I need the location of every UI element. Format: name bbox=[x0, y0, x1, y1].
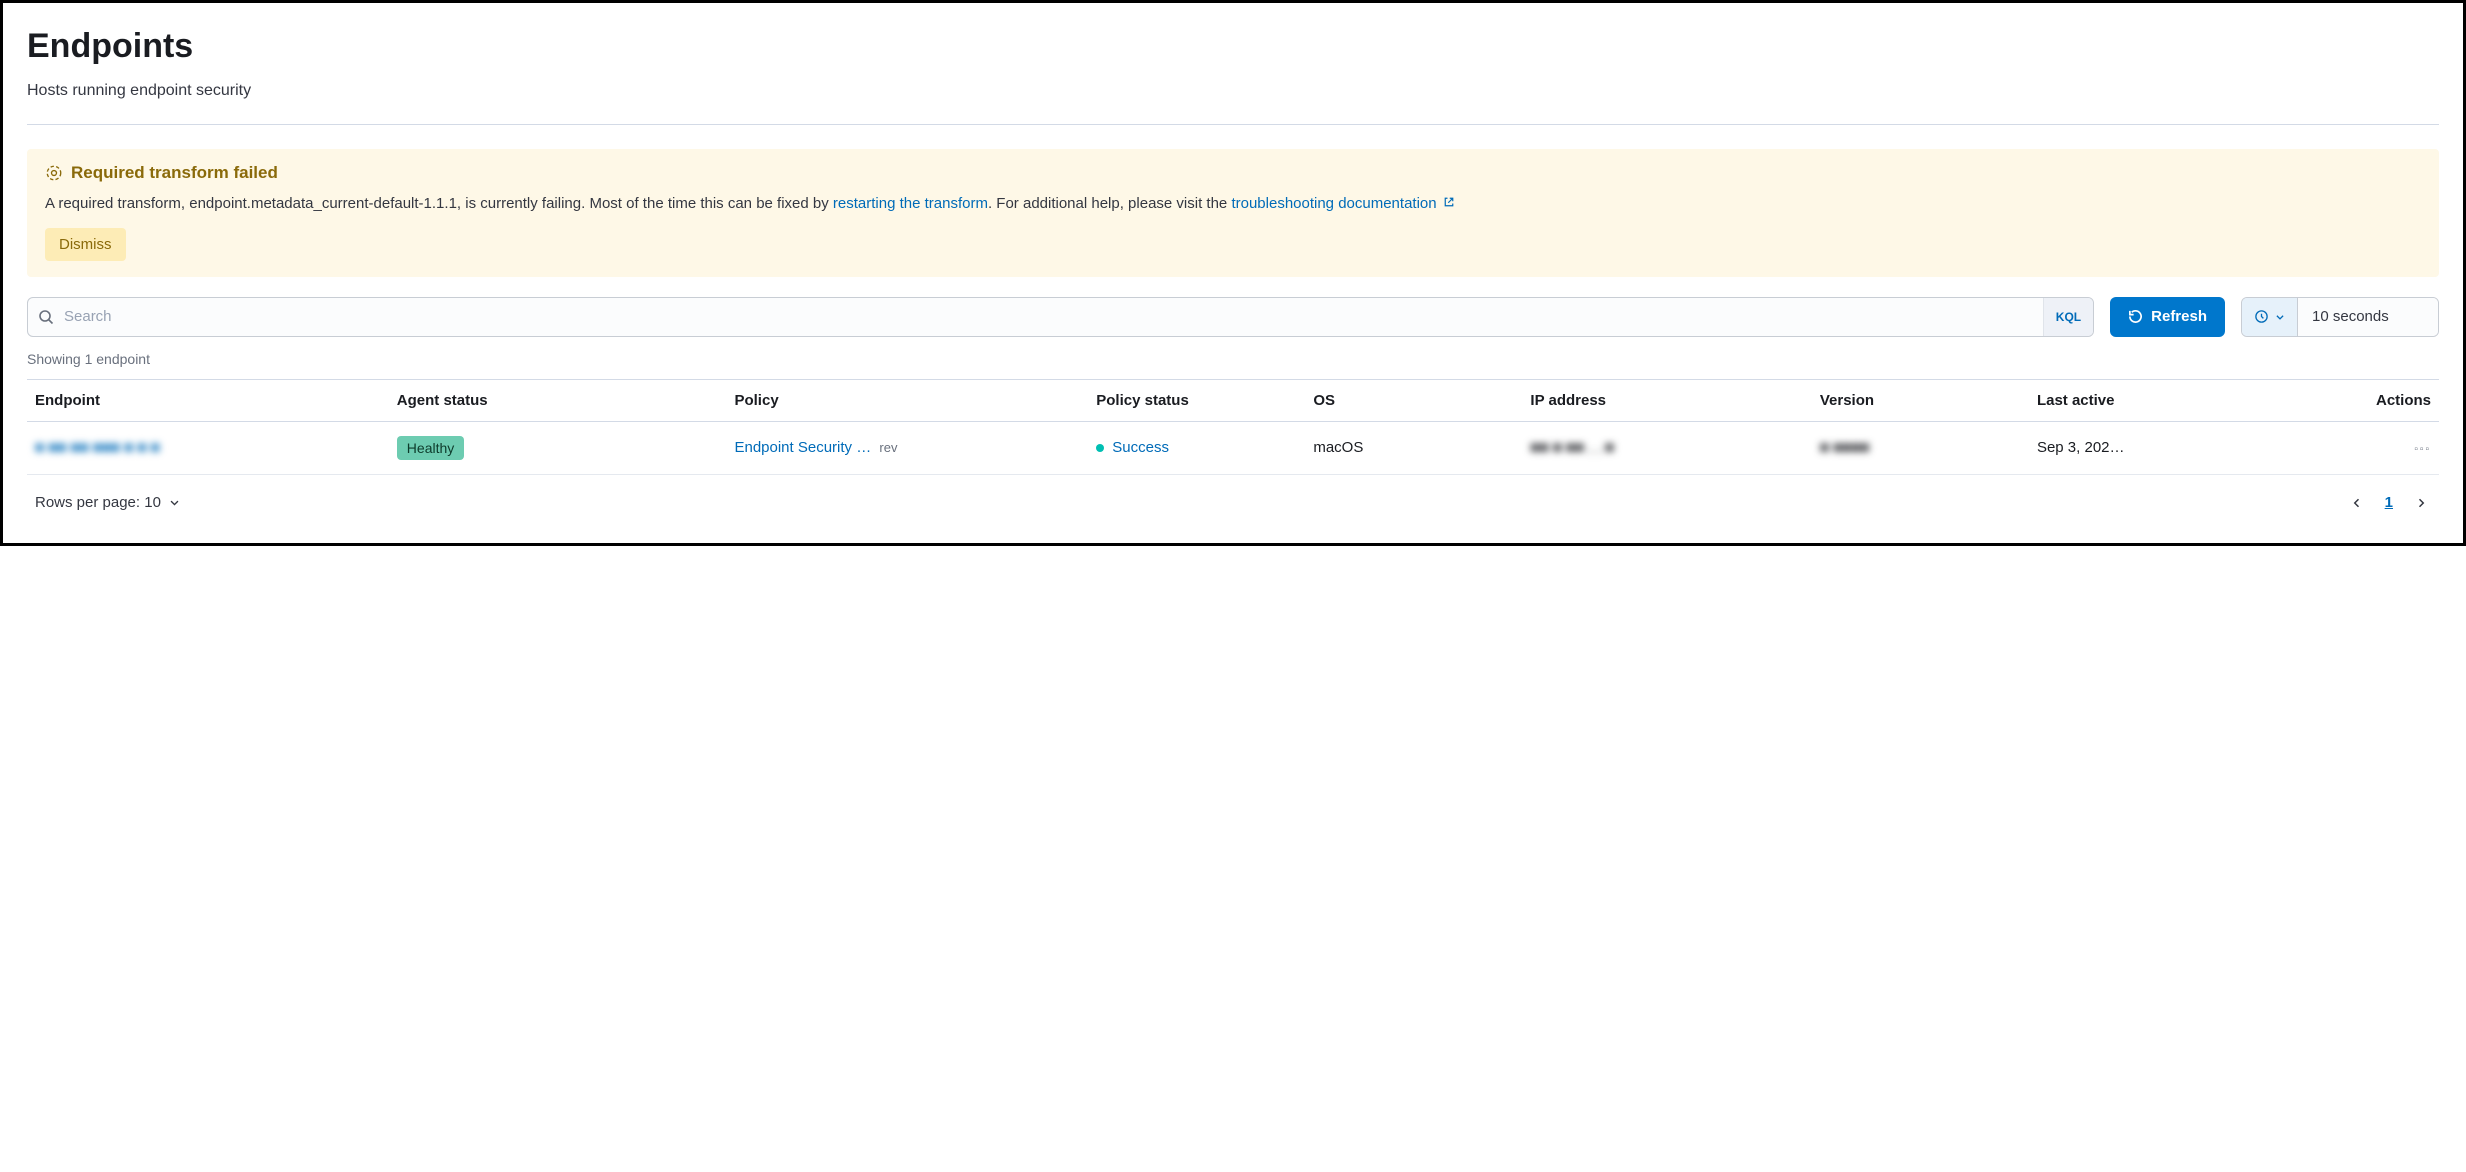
search-icon bbox=[28, 309, 64, 325]
policy-status-link[interactable]: Success bbox=[1112, 439, 1169, 456]
agent-status-badge: Healthy bbox=[397, 436, 464, 460]
divider bbox=[27, 124, 2439, 125]
col-actions: Actions bbox=[2270, 379, 2439, 421]
interval-label: 10 seconds bbox=[2298, 298, 2438, 336]
callout-title: Required transform failed bbox=[71, 163, 278, 183]
clock-icon bbox=[2254, 309, 2269, 324]
kql-toggle[interactable]: KQL bbox=[2043, 298, 2093, 336]
alert-icon bbox=[45, 164, 63, 182]
interval-picker-button[interactable] bbox=[2242, 298, 2298, 336]
table-header-row: Endpoint Agent status Policy Policy stat… bbox=[27, 379, 2439, 421]
rows-per-page-label: Rows per page: 10 bbox=[35, 494, 161, 511]
last-active-value: Sep 3, 202… bbox=[2037, 439, 2125, 456]
showing-count: Showing 1 endpoint bbox=[27, 351, 2439, 367]
col-agent-status[interactable]: Agent status bbox=[389, 379, 727, 421]
dismiss-button[interactable]: Dismiss bbox=[45, 228, 126, 261]
pagination: 1 bbox=[2347, 493, 2431, 513]
refresh-interval: 10 seconds bbox=[2241, 297, 2439, 337]
external-link-icon bbox=[1439, 195, 1455, 212]
version-value: ■ ■■■■ bbox=[1820, 439, 1869, 456]
page-number[interactable]: 1 bbox=[2385, 494, 2393, 511]
success-dot-icon bbox=[1096, 444, 1104, 452]
restart-transform-link[interactable]: restarting the transform bbox=[833, 195, 988, 212]
col-policy[interactable]: Policy bbox=[726, 379, 1088, 421]
table-footer: Rows per page: 10 1 bbox=[27, 475, 2439, 519]
endpoint-link[interactable]: ■ ■■ ■■ ■■■ ■ ■ ■ bbox=[35, 439, 160, 456]
controls-row: KQL Refresh 10 seconds bbox=[27, 297, 2439, 337]
rows-per-page-selector[interactable]: Rows per page: 10 bbox=[35, 494, 180, 511]
warning-callout: Required transform failed A required tra… bbox=[27, 149, 2439, 277]
callout-text-2: . For additional help, please visit the bbox=[988, 195, 1231, 212]
policy-link[interactable]: Endpoint Security … bbox=[734, 439, 871, 456]
refresh-label: Refresh bbox=[2151, 308, 2207, 325]
row-actions-button[interactable]: ▫▫▫ bbox=[2414, 444, 2431, 455]
prev-page-button[interactable] bbox=[2347, 493, 2367, 513]
next-page-button[interactable] bbox=[2411, 493, 2431, 513]
chevron-down-icon bbox=[169, 497, 180, 508]
callout-text-1: A required transform, endpoint.metadata_… bbox=[45, 195, 833, 212]
troubleshooting-link[interactable]: troubleshooting documentation bbox=[1231, 195, 1454, 212]
page-title: Endpoints bbox=[27, 27, 2439, 66]
callout-body: A required transform, endpoint.metadata_… bbox=[45, 193, 2423, 216]
col-last-active[interactable]: Last active bbox=[2029, 379, 2270, 421]
policy-revision: rev bbox=[879, 440, 897, 455]
col-version[interactable]: Version bbox=[1812, 379, 2029, 421]
troubleshooting-link-text: troubleshooting documentation bbox=[1231, 195, 1436, 212]
ip-address-value: ■■ ■ ■■ , , ■ bbox=[1530, 439, 1614, 456]
refresh-button[interactable]: Refresh bbox=[2110, 297, 2225, 337]
col-os[interactable]: OS bbox=[1305, 379, 1522, 421]
page-subtitle: Hosts running endpoint security bbox=[27, 82, 2439, 100]
col-policy-status[interactable]: Policy status bbox=[1088, 379, 1305, 421]
os-value: macOS bbox=[1313, 439, 1363, 456]
chevron-down-icon bbox=[2275, 312, 2285, 322]
search-input[interactable] bbox=[64, 298, 2043, 336]
search-box: KQL bbox=[27, 297, 2094, 337]
endpoints-table: Endpoint Agent status Policy Policy stat… bbox=[27, 379, 2439, 475]
table-row: ■ ■■ ■■ ■■■ ■ ■ ■ Healthy Endpoint Secur… bbox=[27, 421, 2439, 474]
refresh-icon bbox=[2128, 309, 2143, 324]
col-ip-address[interactable]: IP address bbox=[1522, 379, 1811, 421]
col-endpoint[interactable]: Endpoint bbox=[27, 379, 389, 421]
